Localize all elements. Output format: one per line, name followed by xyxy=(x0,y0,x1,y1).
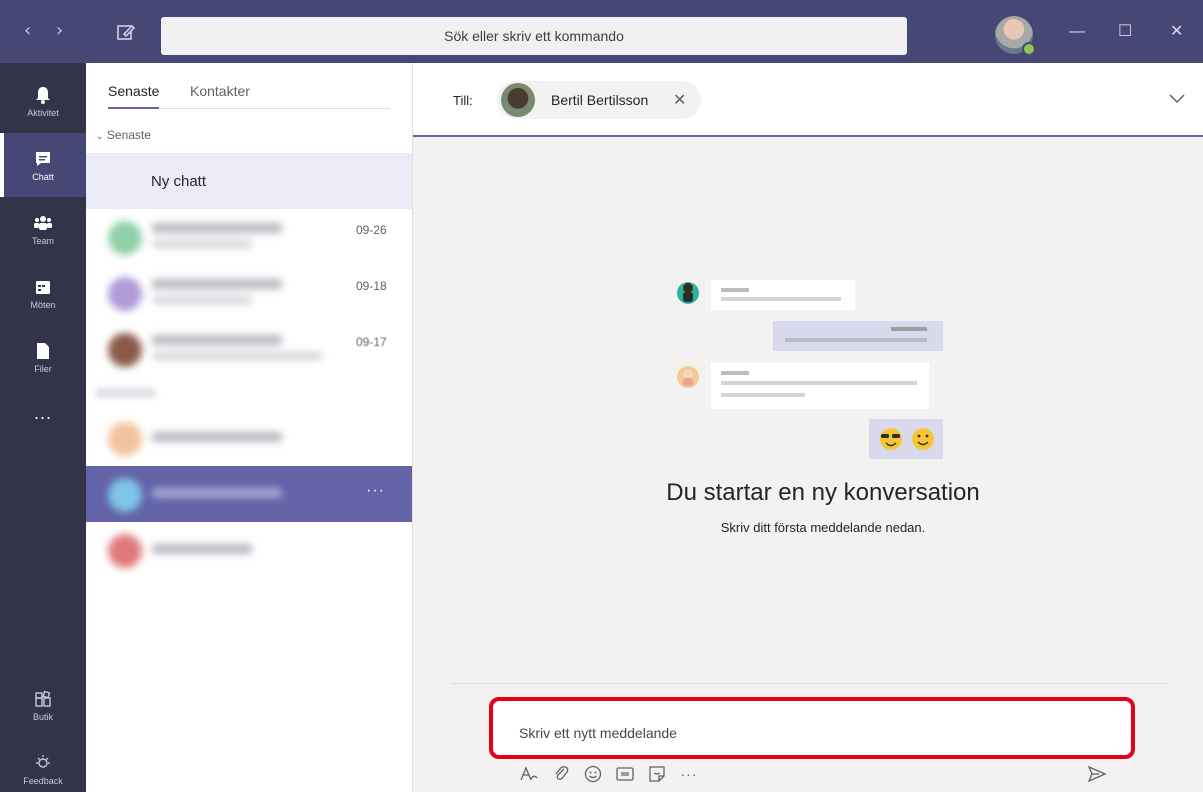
blurred-chat-preview xyxy=(152,335,332,363)
recipient-avatar xyxy=(501,83,535,117)
blurred-chat-preview xyxy=(152,424,332,452)
back-arrow-icon[interactable]: ‹ xyxy=(24,22,31,40)
rail-label: Feedback xyxy=(23,775,63,786)
more-icon: ... xyxy=(33,402,52,423)
bell-icon xyxy=(33,85,53,105)
app-rail: Aktivitet Chatt Team Möten Filer ... But… xyxy=(0,63,86,792)
avatar xyxy=(108,221,142,255)
blurred-chat-preview xyxy=(152,223,332,251)
compose-toolbar: ··· xyxy=(519,763,699,785)
to-label: Till: xyxy=(453,93,473,108)
maximize-icon[interactable]: ☐ xyxy=(1118,24,1132,40)
chevron-down-icon: ⌄ xyxy=(96,131,104,141)
rail-item-chat[interactable]: Chatt xyxy=(0,133,86,197)
rail-item-feedback[interactable]: Feedback xyxy=(0,737,86,792)
new-chat-item[interactable]: Ny chatt xyxy=(86,153,412,209)
chat-row[interactable] xyxy=(86,410,412,466)
calendar-icon xyxy=(33,277,53,297)
rail-label: Filer xyxy=(34,363,52,374)
more-options-icon[interactable]: ··· xyxy=(679,764,699,784)
rail-item-teams[interactable]: Team xyxy=(0,197,86,261)
chat-timestamp: 09-18 xyxy=(356,279,387,293)
chat-row[interactable]: 09-26 xyxy=(86,209,412,265)
compose-divider xyxy=(451,683,1167,684)
chat-main-pane: Till: Bertil Bertilsson ✕ Du startar en … xyxy=(413,63,1203,792)
remove-recipient-icon[interactable]: ✕ xyxy=(673,90,686,110)
blurred-section-header xyxy=(96,388,156,398)
avatar xyxy=(108,422,142,456)
message-placeholder: Skriv ett nytt meddelande xyxy=(519,725,677,741)
recipient-name: Bertil Bertilsson xyxy=(551,92,649,108)
rail-label: Aktivitet xyxy=(27,107,59,118)
minimize-icon[interactable]: — xyxy=(1069,24,1085,40)
forward-arrow-icon[interactable]: › xyxy=(56,22,63,40)
rail-label: Team xyxy=(31,235,54,246)
more-options-icon[interactable]: ··· xyxy=(366,482,385,500)
sticker-icon[interactable] xyxy=(647,764,667,784)
chat-timestamp: 09-26 xyxy=(356,223,387,237)
new-conversation-illustration xyxy=(673,275,953,465)
rail-label: Möten xyxy=(30,299,56,310)
section-header-recent[interactable]: ⌄ Senaste xyxy=(96,128,151,142)
tab-recent[interactable]: Senaste xyxy=(108,83,160,109)
tab-contacts[interactable]: Kontakter xyxy=(190,83,250,99)
blurred-chat-preview xyxy=(152,279,332,307)
new-chat-label: Ny chatt xyxy=(151,173,207,190)
chat-row[interactable]: 09-17 xyxy=(86,321,412,377)
section-label: Senaste xyxy=(106,128,151,142)
search-placeholder: Sök eller skriv ett kommando xyxy=(444,28,624,44)
rail-item-store[interactable]: Butik xyxy=(0,673,86,737)
send-icon[interactable] xyxy=(1087,765,1107,788)
avatar xyxy=(108,478,142,512)
rail-item-activity[interactable]: Aktivitet xyxy=(0,69,86,133)
rail-label: Chatt xyxy=(32,171,54,182)
blurred-chat-preview xyxy=(152,536,332,564)
chat-row[interactable]: 09-18 xyxy=(86,265,412,321)
chat-row[interactable] xyxy=(86,522,412,578)
rail-item-meetings[interactable]: Möten xyxy=(0,261,86,325)
avatar xyxy=(108,534,142,568)
chat-timestamp: 09-17 xyxy=(356,335,387,349)
feedback-icon xyxy=(33,753,53,773)
empty-state-headline: Du startar en ny konversation xyxy=(666,479,980,506)
file-icon xyxy=(33,341,53,361)
to-bar: Till: Bertil Bertilsson ✕ xyxy=(413,63,1203,137)
emoji-icon[interactable] xyxy=(583,764,603,784)
empty-state-subline: Skriv ditt första meddelande nedan. xyxy=(720,520,926,535)
search-input[interactable]: Sök eller skriv ett kommando xyxy=(161,17,907,55)
chat-icon xyxy=(33,149,53,169)
format-icon[interactable] xyxy=(519,764,539,784)
presence-available-icon xyxy=(1022,42,1036,56)
store-icon xyxy=(33,689,53,709)
rail-label: Butik xyxy=(32,711,53,722)
teams-icon xyxy=(33,213,53,233)
rail-more-button[interactable]: ... xyxy=(0,389,86,437)
title-bar: ‹ › Sök eller skriv ett kommando — ☐ ✕ xyxy=(0,0,1203,63)
close-icon[interactable]: ✕ xyxy=(1170,24,1183,40)
avatar xyxy=(108,333,142,367)
recipient-chip[interactable]: Bertil Bertilsson ✕ xyxy=(497,81,701,119)
new-chat-compose-icon[interactable] xyxy=(116,22,138,44)
chevron-down-icon[interactable] xyxy=(1168,91,1186,109)
avatar xyxy=(108,277,142,311)
blurred-chat-preview xyxy=(152,480,332,508)
chat-row-selected[interactable]: ··· xyxy=(86,466,412,522)
rail-item-files[interactable]: Filer xyxy=(0,325,86,389)
gif-icon[interactable] xyxy=(615,764,635,784)
chat-list-tabs: Senaste Kontakter xyxy=(108,83,390,109)
chat-list-pane: Senaste Kontakter ⌄ Senaste Ny chatt 09-… xyxy=(86,63,413,792)
compose-box-highlight[interactable]: Skriv ett nytt meddelande xyxy=(489,697,1135,759)
attach-icon[interactable] xyxy=(551,764,571,784)
